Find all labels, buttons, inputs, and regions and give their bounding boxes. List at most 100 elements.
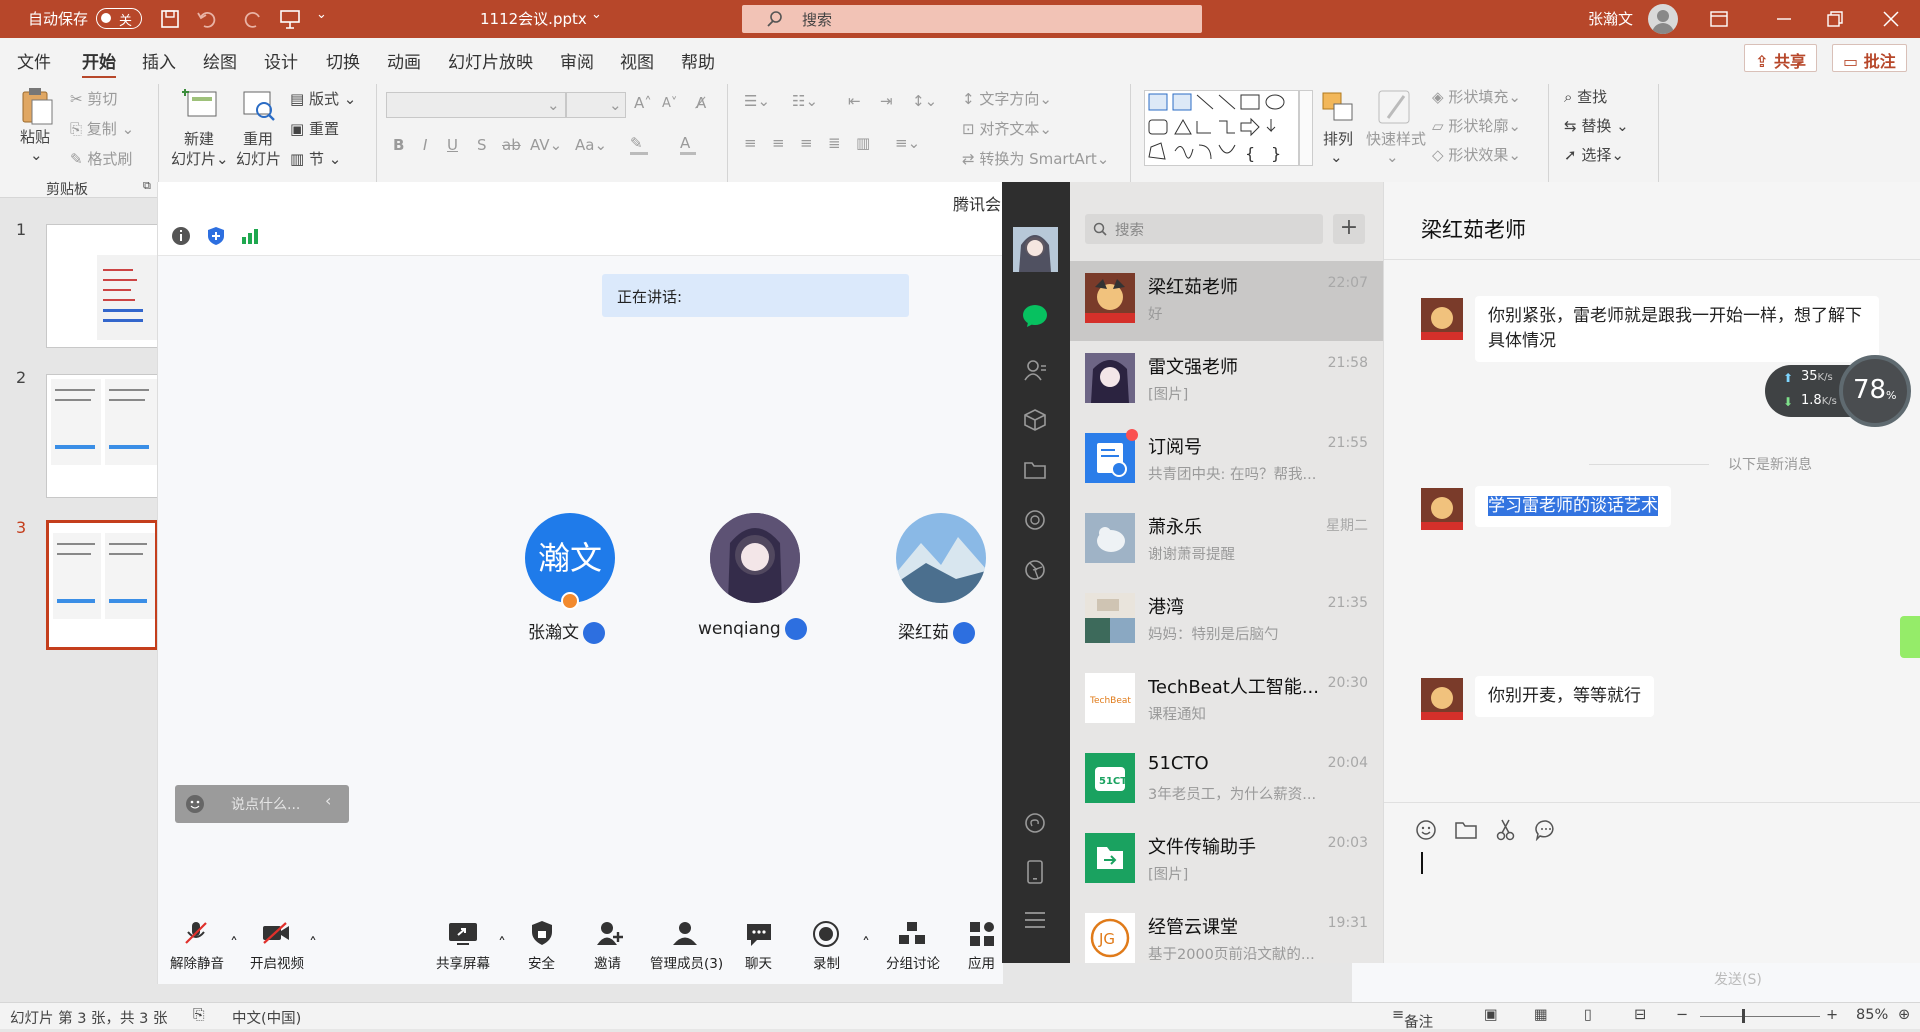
new-slide-icon[interactable] xyxy=(182,86,218,122)
security-icon[interactable] xyxy=(530,920,554,946)
invite-button[interactable]: 邀请 xyxy=(594,952,621,972)
slide-thumbnail[interactable] xyxy=(46,374,158,498)
members-icon[interactable] xyxy=(670,920,700,946)
list-item[interactable]: 51CTO 51CTO 3年老员工，为什么薪资... 20:04 xyxy=(1070,741,1383,821)
presentation-icon[interactable] xyxy=(279,9,301,29)
breakout-button[interactable]: 分组讨论 xyxy=(886,952,940,972)
scissors-icon[interactable] xyxy=(1495,818,1519,842)
shape-effects-button[interactable]: ◇ 形状效果⌄ xyxy=(1432,144,1521,165)
user-name[interactable]: 张瀚文 xyxy=(1588,8,1633,29)
minimize-icon[interactable] xyxy=(1776,12,1792,26)
quick-styles-icon[interactable] xyxy=(1376,88,1414,126)
list-item[interactable]: TechBeat TechBeat人工智能... 课程通知 20:30 xyxy=(1070,661,1383,741)
highlight-color-icon[interactable]: ✎ xyxy=(630,134,648,155)
share-screen-icon[interactable] xyxy=(448,922,478,946)
chevron-up-icon[interactable]: ˄ xyxy=(498,934,506,953)
invite-icon[interactable] xyxy=(596,920,624,946)
char-spacing-button[interactable]: AV⌄ xyxy=(530,136,562,154)
start-video-button[interactable]: 开启视频 xyxy=(250,952,304,972)
dialog-launcher-icon[interactable]: ⧉ xyxy=(143,179,151,193)
decrease-indent-icon[interactable]: ⇤ xyxy=(848,92,861,110)
tab-design[interactable]: 设计 xyxy=(264,48,298,73)
record-icon[interactable] xyxy=(812,920,840,948)
list-item[interactable]: JG 经管云课堂 基于2000页前沿文献的... 19:31 xyxy=(1070,901,1383,981)
list-item[interactable]: 雷文强老师 [图片] 21:58 xyxy=(1070,341,1383,421)
aperture-icon[interactable] xyxy=(1023,558,1047,582)
underline-button[interactable]: U xyxy=(447,136,458,154)
reuse-slides-button[interactable]: 幻灯片 xyxy=(236,148,281,169)
video-off-icon[interactable] xyxy=(261,922,291,944)
zoom-level[interactable]: 85% xyxy=(1856,1007,1888,1023)
select-button[interactable]: ➚ 选择⌄ xyxy=(1564,144,1624,165)
manage-members-button[interactable]: 管理成员(3) xyxy=(650,952,723,972)
mic-muted-icon[interactable] xyxy=(183,920,209,946)
tab-transitions[interactable]: 切换 xyxy=(326,48,360,73)
collapse-icon[interactable]: ‹ xyxy=(325,791,331,810)
moments-icon[interactable] xyxy=(1023,508,1047,532)
customize-qat-icon[interactable]: ⌄ xyxy=(316,7,327,22)
reuse-slides-icon[interactable] xyxy=(240,86,276,122)
add-button[interactable]: + xyxy=(1333,214,1365,244)
share-screen-button[interactable]: 共享屏幕 xyxy=(436,952,490,972)
breakout-icon[interactable] xyxy=(898,920,926,946)
text-cursor[interactable] xyxy=(1421,852,1423,874)
slide-sorter-icon[interactable]: ▦ xyxy=(1534,1007,1548,1023)
avatar[interactable] xyxy=(710,513,800,603)
chevron-up-icon[interactable]: ˄ xyxy=(230,934,238,953)
undo-icon[interactable] xyxy=(196,9,218,29)
decrease-font-icon[interactable]: A˅ xyxy=(662,96,677,111)
autosave-toggle[interactable]: 关 xyxy=(96,8,142,29)
chat-input[interactable]: 说点什么... ‹ xyxy=(175,785,349,823)
apps-icon[interactable] xyxy=(968,920,996,948)
align-distribute-icon[interactable]: ≡⌄ xyxy=(895,134,920,152)
tab-file[interactable]: 文件 xyxy=(17,48,51,73)
tab-help[interactable]: 帮助 xyxy=(681,48,715,73)
section-button[interactable]: ▥ 节 ⌄ xyxy=(290,148,341,169)
close-icon[interactable] xyxy=(1882,10,1900,28)
paste-label[interactable]: 粘贴 xyxy=(20,126,50,147)
align-text-button[interactable]: ⊡ 对齐文本⌄ xyxy=(962,118,1052,139)
shield-icon[interactable] xyxy=(206,226,226,246)
avatar[interactable]: 瀚文 xyxy=(525,513,615,603)
font-color-icon[interactable]: A xyxy=(680,134,696,155)
search-input[interactable]: 搜索 xyxy=(1085,214,1323,244)
avatar[interactable] xyxy=(1421,678,1463,720)
folder-icon[interactable] xyxy=(1454,820,1478,840)
avatar[interactable] xyxy=(1013,227,1058,272)
tab-review[interactable]: 审阅 xyxy=(560,48,594,73)
replace-button[interactable]: ⇆ 替换 ⌄ xyxy=(1564,115,1629,136)
shape-outline-button[interactable]: ▱ 形状轮廓⌄ xyxy=(1432,115,1521,136)
apps-button[interactable]: 应用 xyxy=(968,952,995,972)
avatar[interactable] xyxy=(896,513,986,603)
share-button[interactable]: ⇪ 共享 xyxy=(1744,44,1817,72)
emoji-icon[interactable] xyxy=(1415,819,1437,841)
reset-button[interactable]: ▣ 重置 xyxy=(290,118,339,139)
increase-font-icon[interactable]: A˄ xyxy=(634,94,652,112)
save-icon[interactable] xyxy=(160,9,180,29)
layout-button[interactable]: ▤ 版式 ⌄ xyxy=(290,88,356,109)
tab-draw[interactable]: 绘图 xyxy=(203,48,237,73)
folder-icon[interactable] xyxy=(1023,458,1047,482)
chevron-up-icon[interactable]: ˄ xyxy=(309,934,317,953)
tab-slideshow[interactable]: 幻灯片放映 xyxy=(448,48,533,73)
contacts-icon[interactable] xyxy=(1023,358,1047,382)
reading-view-icon[interactable]: ▯ xyxy=(1584,1007,1592,1023)
bullets-icon[interactable]: ☰⌄ xyxy=(744,92,770,110)
align-center-icon[interactable]: ≡ xyxy=(772,134,785,152)
send-button[interactable]: 发送(S) xyxy=(1714,969,1762,989)
chat-icon[interactable] xyxy=(745,922,773,948)
zoom-slider-thumb[interactable] xyxy=(1742,1009,1745,1023)
shape-gallery[interactable]: {} xyxy=(1144,90,1299,166)
format-painter-button[interactable]: ✎ 格式刷 xyxy=(70,148,132,169)
shadow-button[interactable]: S xyxy=(477,136,487,154)
file-name[interactable]: 1112会议.pptx xyxy=(480,8,587,29)
slide-thumbnail[interactable] xyxy=(46,224,158,348)
box-icon[interactable] xyxy=(1023,408,1047,432)
italic-button[interactable]: I xyxy=(423,136,427,154)
strikethrough-button[interactable]: ab xyxy=(502,136,521,154)
align-left-icon[interactable]: ≡ xyxy=(744,134,757,152)
line-spacing-icon[interactable]: ↕⌄ xyxy=(912,92,937,110)
align-right-icon[interactable]: ≡ xyxy=(800,134,813,152)
comment-button[interactable]: ▭ 批注 xyxy=(1832,44,1907,72)
list-item[interactable]: 文件传输助手 [图片] 20:03 xyxy=(1070,821,1383,901)
